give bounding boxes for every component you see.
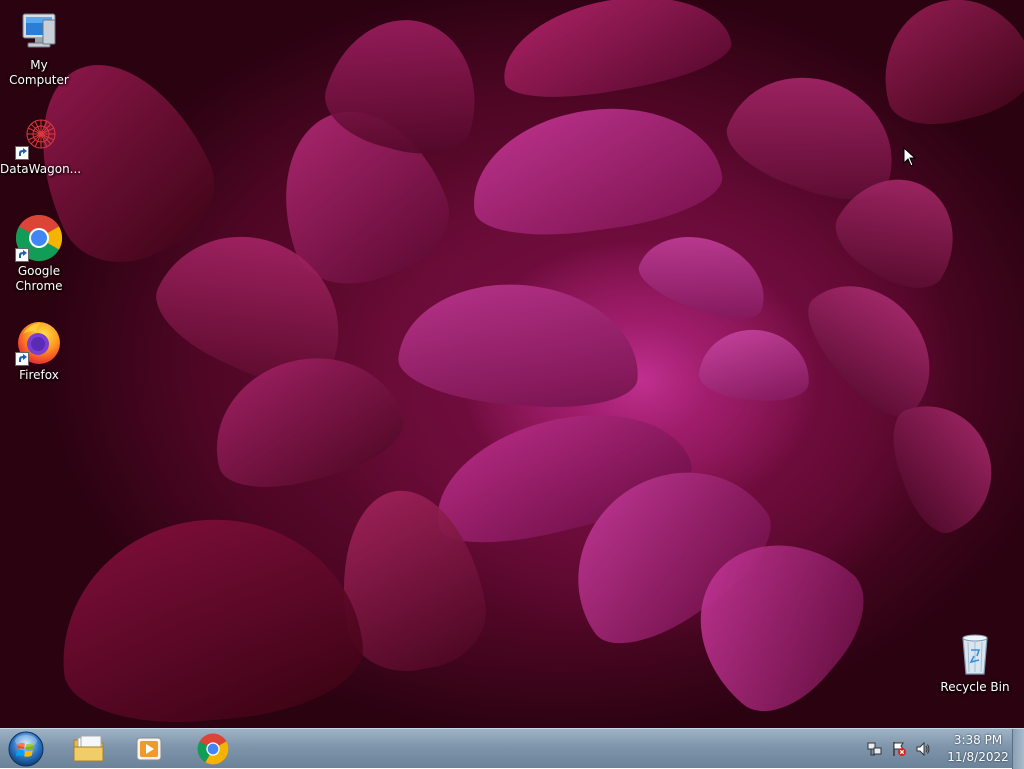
desktop-icon-firefox[interactable]: Firefox: [0, 318, 78, 383]
windows-orb-icon: [8, 731, 44, 767]
folder-icon: [73, 735, 104, 762]
wallpaper-petal: [51, 507, 369, 728]
volume-icon[interactable]: [914, 740, 932, 758]
mouse-cursor-icon: [903, 146, 917, 171]
network-icon[interactable]: [866, 740, 884, 758]
shortcut-arrow-icon: [15, 146, 29, 160]
desktop-icon-label: Google Chrome: [15, 264, 63, 293]
desktop-icon-google-chrome[interactable]: Google Chrome: [0, 214, 78, 294]
desktop-icon-label: Recycle Bin: [940, 680, 1010, 694]
clock[interactable]: 3:38 PM 11/8/2022: [946, 732, 1010, 766]
desktop[interactable]: My Computer DataWagon... Google Chrome F…: [0, 0, 1024, 728]
media-player-icon: [136, 737, 162, 761]
wallpaper-petal: [697, 325, 813, 405]
desktop-icon-datawagon[interactable]: DataWagon...: [0, 112, 82, 177]
desktop-icon-label: Firefox: [19, 368, 59, 382]
datawagon-icon: [15, 112, 63, 160]
wallpaper-petal: [493, 0, 737, 110]
wallpaper-petal: [631, 219, 779, 331]
taskbar: 3:38 PM 11/8/2022: [0, 728, 1024, 769]
action-center-icon[interactable]: [890, 740, 908, 758]
wallpaper-petal: [867, 0, 1024, 138]
clock-date: 11/8/2022: [947, 750, 1009, 764]
recycle-bin-icon: [951, 630, 999, 678]
wallpaper-petal: [462, 93, 728, 247]
clock-time: 3:38 PM: [953, 733, 1003, 747]
shortcut-arrow-icon: [15, 352, 29, 366]
computer-icon: [15, 8, 63, 56]
system-tray: 3:38 PM 11/8/2022: [866, 729, 1010, 769]
shortcut-arrow-icon: [15, 248, 29, 262]
firefox-icon: [15, 318, 63, 366]
desktop-icon-label: My Computer: [9, 58, 69, 87]
desktop-icon-label: DataWagon...: [0, 162, 82, 176]
desktop-icon-recycle-bin[interactable]: Recycle Bin: [936, 630, 1014, 695]
wallpaper-petal: [395, 274, 645, 416]
taskbar-media-player-button[interactable]: [122, 731, 176, 767]
chrome-icon: [15, 214, 63, 262]
taskbar-explorer-button[interactable]: [62, 731, 116, 767]
taskbar-chrome-button[interactable]: [186, 731, 240, 767]
desktop-icon-my-computer[interactable]: My Computer: [0, 8, 78, 88]
show-desktop-button[interactable]: [1012, 729, 1024, 769]
start-button[interactable]: [0, 731, 52, 767]
chrome-icon: [197, 733, 229, 765]
